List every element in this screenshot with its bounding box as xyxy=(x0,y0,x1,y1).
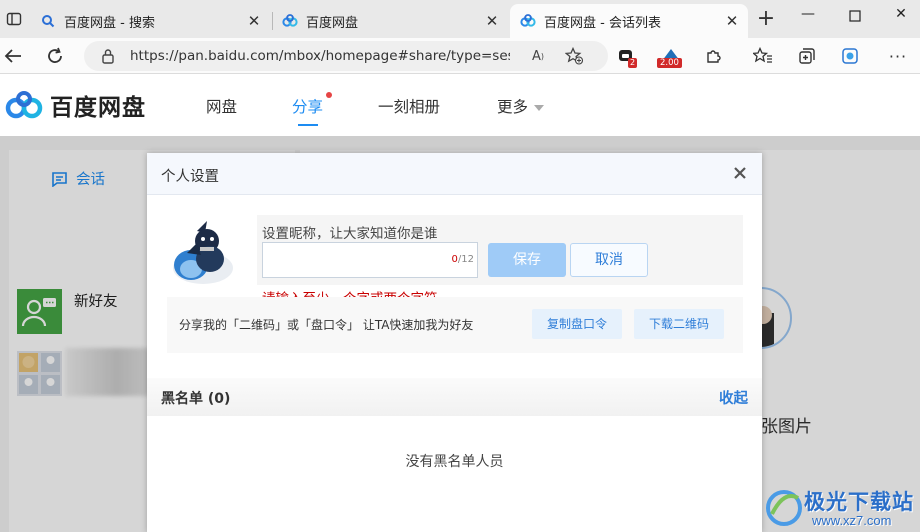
nav-album[interactable]: 一刻相册 xyxy=(378,95,440,117)
notification-dot xyxy=(326,92,333,98)
tab-title: 百度网盘 xyxy=(306,15,359,31)
nickname-field[interactable]: 0/12 xyxy=(262,242,478,278)
new-tab-button[interactable]: + xyxy=(754,8,778,32)
speed-badge: 2.00 xyxy=(657,58,682,68)
site-logo[interactable]: 百度网盘 xyxy=(4,88,146,122)
close-icon[interactable]: ✕ xyxy=(246,13,262,29)
share-description: 分享我的「二维码」或「盘口令」 让TA快速加我为好友 xyxy=(179,318,474,332)
tab-title: 百度网盘 - 搜索 xyxy=(64,15,155,31)
read-aloud-icon[interactable]: A) xyxy=(528,47,548,65)
active-underline xyxy=(297,124,318,126)
browser-tab-bar: 百度网盘 - 搜索 ✕ 百度网盘 ✕ 百度网盘 - 会话列表 ✕ + — ✕ xyxy=(0,0,920,38)
nav-label: 分享 xyxy=(292,98,324,116)
char-counter: 0/12 xyxy=(452,254,474,265)
tab-session-list[interactable]: 百度网盘 - 会话列表 ✕ xyxy=(510,4,748,38)
caret-down-icon xyxy=(534,104,545,111)
browser-toolbar: https://pan.baidu.com/mbox/homepage#shar… xyxy=(0,38,920,74)
nickname-input[interactable] xyxy=(263,243,433,277)
tab-search[interactable]: 百度网盘 - 搜索 ✕ xyxy=(30,4,270,38)
save-button[interactable]: 保存 xyxy=(488,243,566,277)
dialog-title: 个人设置 xyxy=(161,169,219,185)
logo-text: 百度网盘 xyxy=(50,95,146,121)
personal-settings-dialog: 个人设置 设置昵称，让大家知道你是谁 0/12 保存 取消 请输入至少一个字或两… xyxy=(147,153,762,532)
add-favorite-icon[interactable] xyxy=(564,47,584,65)
dialog-header: 个人设置 xyxy=(147,153,762,195)
cancel-button[interactable]: 取消 xyxy=(570,243,648,277)
baidu-netdisk-logo-icon xyxy=(5,91,43,119)
blacklist-header: 黑名单 (0) 收起 xyxy=(147,378,762,416)
lock-icon[interactable] xyxy=(100,48,116,64)
minimize-icon[interactable]: — xyxy=(793,6,823,30)
download-qrcode-button[interactable]: 下载二维码 xyxy=(634,309,724,339)
more-icon[interactable]: ··· xyxy=(886,44,910,68)
puzzle-icon[interactable] xyxy=(702,44,726,68)
nav-more[interactable]: 更多 xyxy=(497,95,545,117)
copy-code-button[interactable]: 复制盘口令 xyxy=(532,309,622,339)
favorites-icon[interactable] xyxy=(751,44,775,68)
edge-bar-icon[interactable] xyxy=(838,44,862,68)
tab-title: 百度网盘 - 会话列表 xyxy=(544,15,661,31)
watermark-logo-icon xyxy=(766,490,802,526)
url-text[interactable]: https://pan.baidu.com/mbox/homepage#shar… xyxy=(130,48,510,64)
blacklist-empty-text: 没有黑名单人员 xyxy=(405,454,504,470)
extension-badge: 2 xyxy=(628,58,638,68)
close-icon[interactable] xyxy=(731,164,749,182)
nav-share[interactable]: 分享 xyxy=(292,92,333,126)
watermark-text: 极光下载站 xyxy=(804,490,914,514)
tab-netdisk[interactable]: 百度网盘 ✕ xyxy=(272,4,508,38)
baidu-netdisk-icon xyxy=(282,13,298,29)
refresh-icon[interactable] xyxy=(42,43,68,69)
collections-icon[interactable] xyxy=(795,44,819,68)
baidu-netdisk-icon xyxy=(520,13,536,29)
nav-label: 网盘 xyxy=(206,98,238,116)
profile-avatar[interactable] xyxy=(167,213,237,287)
address-bar[interactable]: https://pan.baidu.com/mbox/homepage#shar… xyxy=(84,41,608,71)
back-icon[interactable] xyxy=(0,43,26,69)
tab-actions-icon[interactable] xyxy=(0,8,28,30)
maximize-icon[interactable] xyxy=(840,6,870,30)
close-icon[interactable]: ✕ xyxy=(724,13,740,29)
watermark-url: www.xz7.com xyxy=(812,513,892,528)
watermark: 极光下载站 www.xz7.com xyxy=(762,480,920,532)
nickname-panel: 设置昵称，让大家知道你是谁 0/12 保存 取消 xyxy=(257,215,743,285)
char-count-max: /12 xyxy=(457,254,474,265)
nav-netdisk[interactable]: 网盘 xyxy=(206,95,237,117)
site-header: 百度网盘 网盘 分享 一刻相册 更多 xyxy=(0,74,920,136)
window-close-icon[interactable]: ✕ xyxy=(886,6,916,30)
close-icon[interactable]: ✕ xyxy=(484,13,500,29)
speed-extension-icon[interactable]: 2.00 xyxy=(657,44,685,68)
nav-label: 一刻相册 xyxy=(378,98,441,116)
nickname-hint: 设置昵称，让大家知道你是谁 xyxy=(262,226,438,242)
blacklist-title: 黑名单 (0) xyxy=(161,391,231,407)
nav-label: 更多 xyxy=(497,98,529,116)
search-icon xyxy=(40,13,56,29)
collapse-link[interactable]: 收起 xyxy=(719,387,748,408)
share-panel: 分享我的「二维码」或「盘口令」 让TA快速加我为好友 复制盘口令 下载二维码 xyxy=(167,297,743,353)
extension-icon[interactable]: 2 xyxy=(614,44,638,68)
